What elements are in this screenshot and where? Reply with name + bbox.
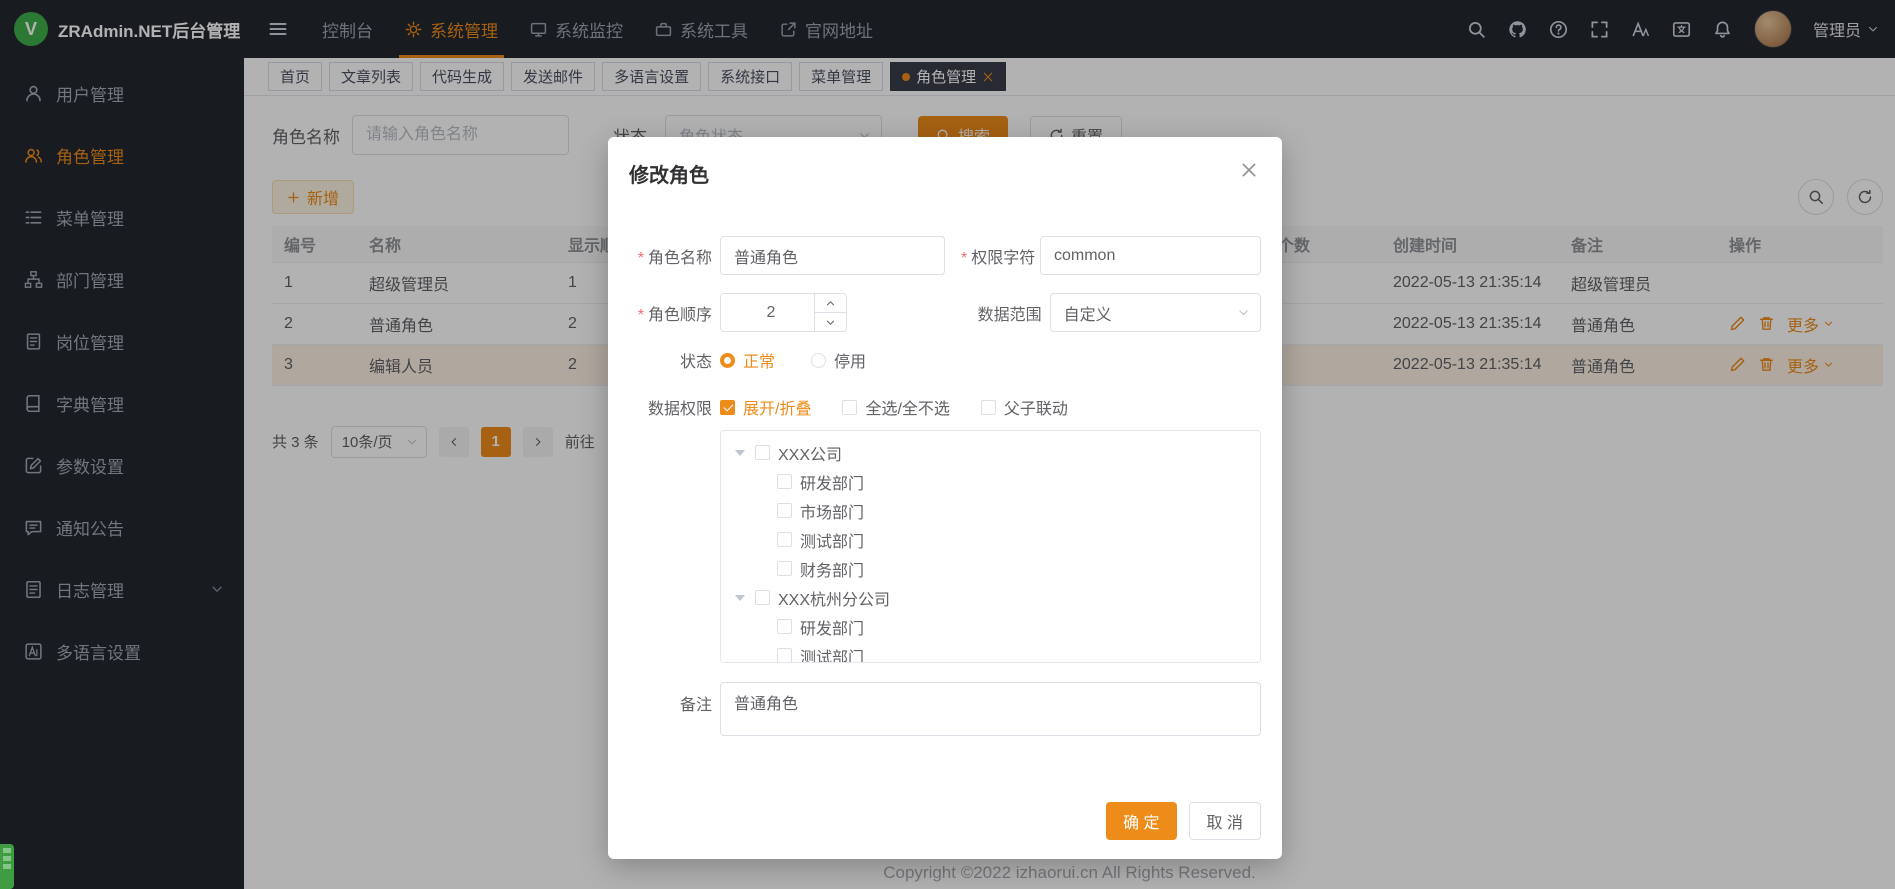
tree-node-child[interactable]: 市场部门 [721,496,1260,525]
radio-label: 停用 [834,348,866,372]
increment-button[interactable] [815,294,846,313]
checkbox-label: 父子联动 [1004,395,1068,419]
tree-checkbox[interactable] [777,474,792,489]
chevron-up-icon [825,298,836,309]
stepper-controls [814,294,846,331]
form-row: 角色名称 权限字符 [629,236,1261,275]
parent-child-link-checkbox[interactable]: 父子联动 [981,395,1068,419]
select-all-checkbox[interactable]: 全选/全不选 [842,395,949,419]
tree-checkbox[interactable] [777,648,792,663]
radio-label: 正常 [743,348,775,372]
edit-role-dialog: 修改角色 角色名称 权限字符 角色顺序 数据范围 自定义 [608,137,1282,859]
data-scope-label: 数据范围 [971,301,1050,325]
checkbox-box [981,400,996,415]
widget-bar [3,848,11,853]
tree-node-label: XXX杭州分公司 [778,586,890,610]
tree-node-child[interactable]: 测试部门 [721,525,1260,554]
tree-node-label: 财务部门 [800,557,864,581]
tree-node-parent[interactable]: XXX公司 [721,438,1260,467]
radio-dot [720,353,735,368]
remark-label: 备注 [629,682,720,715]
role-order-input[interactable] [721,294,821,331]
widget-bar [3,864,11,869]
role-order-stepper [720,293,847,332]
form-row: 备注 普通角色 [629,682,1261,736]
chevron-down-icon [825,317,836,328]
tree-node-label: 研发部门 [800,615,864,639]
permission-tree: XXX公司 研发部门 市场部门 测试部门 财务部门 XXX杭州分公司 [720,430,1261,663]
expand-collapse-checkbox[interactable]: 展开/折叠 [720,395,811,419]
data-scope-select[interactable]: 自定义 [1050,293,1261,332]
dialog-close-icon[interactable] [1240,161,1258,179]
role-name-label: 角色名称 [629,244,720,268]
tree-expand-icon[interactable] [735,450,745,456]
confirm-button[interactable]: 确 定 [1106,802,1176,840]
dialog-body: 角色名称 权限字符 角色顺序 数据范围 自定义 状态 [608,236,1282,736]
dialog-title: 修改角色 [608,159,1282,188]
form-row: 状态 正常 停用 [629,349,1261,371]
widget-bar [3,856,11,861]
tree-expand-icon[interactable] [735,595,745,601]
checkbox-label: 全选/全不选 [865,395,949,419]
tree-node-label: 测试部门 [800,528,864,552]
tree-checkbox[interactable] [777,503,792,518]
tree-checkbox[interactable] [755,590,770,605]
tree-node-child[interactable]: 测试部门 [721,641,1260,663]
tree-node-parent[interactable]: XXX杭州分公司 [721,583,1260,612]
status-normal-radio[interactable]: 正常 [720,348,775,372]
data-permission-label: 数据权限 [629,395,720,419]
dialog-footer: 确 定 取 消 [608,802,1282,840]
role-name-input[interactable] [720,236,945,275]
tree-node-child[interactable]: 研发部门 [721,612,1260,641]
form-row: 角色顺序 数据范围 自定义 [629,293,1261,332]
perm-char-input[interactable] [1040,236,1261,275]
tree-checkbox[interactable] [777,561,792,576]
tree-node-child[interactable]: 研发部门 [721,467,1260,496]
tree-checkbox[interactable] [777,532,792,547]
tree-node-label: 研发部门 [800,470,864,494]
perm-char-label: 权限字符 [961,244,1040,268]
tree-checkbox[interactable] [755,445,770,460]
data-scope-value: 自定义 [1064,301,1112,325]
form-row: 数据权限 展开/折叠 全选/全不选 父子联动 [629,397,1261,417]
tree-node-label: 测试部门 [800,644,864,664]
checkbox-label: 展开/折叠 [743,395,811,419]
checkbox-box [842,400,857,415]
status-label: 状态 [629,348,720,372]
cancel-button[interactable]: 取 消 [1189,802,1261,840]
status-disabled-radio[interactable]: 停用 [811,348,866,372]
floating-widget[interactable] [0,844,14,889]
chevron-down-icon [1237,306,1250,319]
checkbox-box [720,400,735,415]
tree-node-label: 市场部门 [800,499,864,523]
tree-checkbox[interactable] [777,619,792,634]
role-order-label: 角色顺序 [629,301,720,325]
tree-node-label: XXX公司 [778,441,842,465]
radio-dot [811,353,826,368]
remark-textarea[interactable]: 普通角色 [720,682,1261,736]
tree-node-child[interactable]: 财务部门 [721,554,1260,583]
decrement-button[interactable] [815,313,846,331]
